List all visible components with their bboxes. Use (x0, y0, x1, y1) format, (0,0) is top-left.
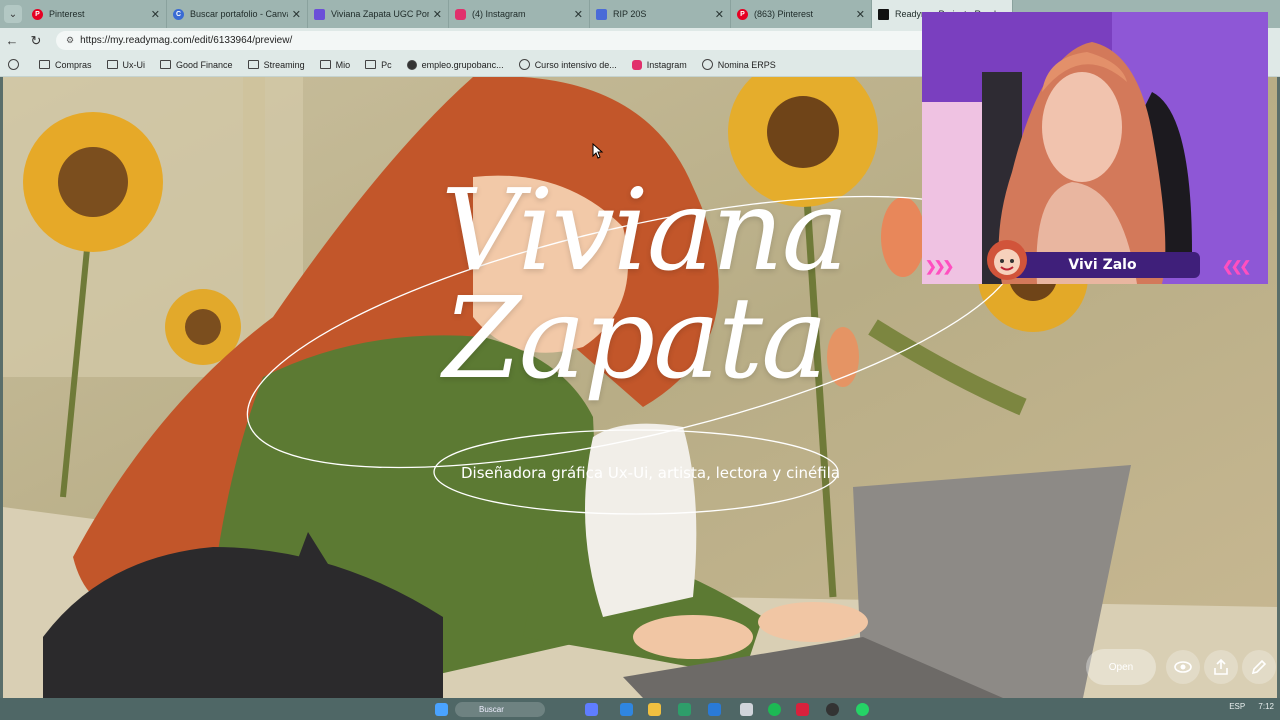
search-label: Buscar (479, 705, 504, 714)
spotify-icon[interactable] (768, 703, 781, 716)
tab-title: (863) Pinterest (754, 9, 814, 19)
pencil-icon[interactable] (1242, 650, 1276, 684)
doc-icon (314, 8, 325, 20)
tab-1[interactable]: C Buscar portafolio - Canva ✕ (167, 0, 308, 28)
readymag-icon (878, 8, 889, 20)
language-indicator[interactable]: ESP (1229, 702, 1245, 711)
folder-icon (106, 60, 118, 69)
address-bar[interactable]: ⚙ https://my.readymag.com/edit/6133964/p… (56, 31, 956, 50)
webcam-overlay (922, 12, 1268, 284)
bookmark-item[interactable]: Curso intensivo de... (518, 59, 617, 70)
app-icon[interactable] (740, 703, 753, 716)
app-icon[interactable] (796, 703, 809, 716)
bookmark-label: Pc (381, 59, 392, 70)
chevron-decor-icon: ❮❮❮ (1222, 258, 1251, 274)
close-icon[interactable]: ✕ (574, 8, 583, 21)
streamer-name: Vivi Zalo (1068, 257, 1137, 273)
bookmark-label: Mio (335, 59, 351, 70)
tab-title: Pinterest (49, 9, 85, 19)
title-line-2: Zapata (443, 274, 828, 404)
obs-icon[interactable] (826, 703, 839, 716)
tab-title: RIP 20S (613, 9, 647, 19)
system-tray: ESP 7:12 (1229, 702, 1274, 711)
site-icon (406, 59, 417, 70)
bookmark-item[interactable]: Pc (365, 60, 392, 70)
close-icon[interactable]: ✕ (151, 8, 160, 21)
folder-icon (247, 60, 259, 69)
bookmark-menu[interactable] (8, 59, 24, 70)
avatar (987, 240, 1027, 280)
taskbar: Buscar ESP 7:12 (0, 698, 1280, 720)
folder-icon (365, 60, 377, 69)
bookmark-label: Curso intensivo de... (534, 59, 617, 70)
bookmark-label: empleo.grupobanc... (421, 59, 504, 70)
pinterest-icon: P (737, 8, 748, 20)
open-button[interactable]: Open (1086, 649, 1156, 685)
tab-5[interactable]: P (863) Pinterest ✕ (731, 0, 872, 28)
preview-controls: Open (1086, 649, 1276, 685)
bookmark-label: Ux-Ui (122, 59, 146, 70)
bookmark-item[interactable]: Good Finance (160, 60, 233, 70)
list-icon (8, 59, 19, 70)
whatsapp-icon[interactable] (856, 703, 869, 716)
tab-title: Viviana Zapata UGC Portafol (331, 9, 429, 19)
hero-subtitle: Diseñadora gráfica Ux-Ui, artista, lecto… (461, 464, 841, 482)
app-icon[interactable] (620, 703, 633, 716)
app-icon[interactable] (708, 703, 721, 716)
pinterest-icon: P (32, 8, 43, 20)
chevron-down-icon: ⌄ (4, 5, 22, 23)
bookmark-item[interactable]: Streaming (247, 59, 305, 70)
app-icon[interactable] (585, 703, 598, 716)
bookmark-item[interactable]: Mio (319, 59, 351, 70)
page-icon (596, 8, 607, 20)
reload-icon[interactable]: ↻ (24, 33, 48, 49)
taskbar-search[interactable]: Buscar (455, 702, 545, 717)
tab-title: Buscar portafolio - Canva (190, 9, 288, 19)
url-text: https://my.readymag.com/edit/6133964/pre… (80, 35, 293, 46)
tab-title: (4) Instagram (472, 9, 526, 19)
globe-icon (518, 59, 530, 70)
canva-icon: C (173, 8, 184, 20)
eye-icon[interactable] (1166, 650, 1200, 684)
share-icon[interactable] (1204, 650, 1238, 684)
bookmark-label: Instagram (646, 59, 687, 70)
app-icon[interactable] (678, 703, 691, 716)
hero-title: Viviana Zapata (423, 166, 893, 404)
tab-0[interactable]: P Pinterest ✕ (26, 0, 167, 28)
folder-icon (39, 60, 50, 69)
tab-4[interactable]: RIP 20S ✕ (590, 0, 731, 28)
globe-icon (701, 59, 713, 70)
close-icon[interactable]: ✕ (433, 8, 442, 21)
instagram-icon (455, 8, 466, 20)
close-icon[interactable]: ✕ (292, 8, 301, 21)
bookmark-item[interactable]: Compras (39, 60, 92, 70)
mouse-cursor-icon (592, 143, 604, 159)
close-icon[interactable]: ✕ (715, 8, 724, 21)
bookmark-label: Streaming (263, 59, 305, 70)
clock[interactable]: 7:12 (1258, 702, 1274, 711)
close-icon[interactable]: ✕ (856, 8, 865, 21)
bookmark-item[interactable]: Instagram (631, 59, 687, 70)
tab-2[interactable]: Viviana Zapata UGC Portafol ✕ (308, 0, 449, 28)
chevron-decor-icon: ❯❯❯ (925, 258, 954, 274)
tab-search-button[interactable]: ⌄ (0, 0, 26, 28)
bookmark-item[interactable]: empleo.grupobanc... (406, 59, 504, 70)
folder-icon (319, 60, 331, 69)
back-arrow-icon[interactable]: ← (0, 33, 24, 48)
site-info-icon[interactable]: ⚙ (66, 35, 74, 46)
bookmark-item[interactable]: Ux-Ui (106, 59, 146, 70)
bookmark-label: Compras (55, 59, 92, 70)
folder-icon (160, 60, 172, 69)
bookmark-item[interactable]: Nomina ERPS (701, 59, 776, 70)
windows-start-icon[interactable] (435, 703, 448, 716)
tab-3[interactable]: (4) Instagram ✕ (449, 0, 590, 28)
bookmark-label: Good Finance (176, 59, 233, 70)
bookmark-label: Nomina ERPS (717, 59, 776, 70)
title-line-1: Viviana (441, 166, 849, 296)
instagram-icon (631, 59, 642, 70)
folder-icon[interactable] (648, 703, 661, 716)
